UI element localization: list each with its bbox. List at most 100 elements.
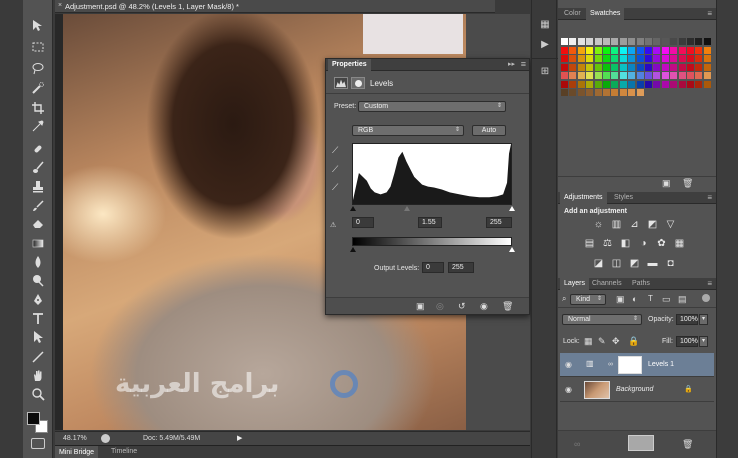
- actions-play-icon[interactable]: ▶: [536, 38, 554, 52]
- hand-tool-icon[interactable]: [28, 368, 48, 384]
- swatches-menu-icon[interactable]: ≡: [707, 9, 712, 18]
- tab-channels[interactable]: Channels: [588, 278, 626, 290]
- link-layers-icon[interactable]: ∞: [574, 439, 580, 449]
- swatch[interactable]: [577, 47, 585, 54]
- swatch[interactable]: [628, 47, 636, 54]
- swatch[interactable]: [661, 38, 669, 45]
- filter-type-icon[interactable]: T: [648, 294, 653, 303]
- swatch[interactable]: [603, 47, 610, 54]
- clone-stamp-tool-icon[interactable]: [28, 179, 48, 195]
- swatch[interactable]: [645, 47, 652, 54]
- filter-toggle-icon[interactable]: [702, 294, 710, 302]
- filter-smart-object-icon[interactable]: ▤: [678, 294, 687, 305]
- swatch[interactable]: [670, 72, 678, 80]
- swatch[interactable]: [611, 38, 619, 45]
- layer-row-levels[interactable]: ◉ ▥ ∞ Levels 1: [560, 353, 714, 377]
- swatch[interactable]: [645, 38, 652, 45]
- shape-tool-icon[interactable]: [28, 349, 48, 365]
- levels-adjustment-icon[interactable]: [334, 77, 348, 89]
- output-black-slider[interactable]: [350, 247, 356, 252]
- move-tool-icon[interactable]: [28, 18, 48, 34]
- swatch[interactable]: [561, 89, 568, 96]
- delete-swatch-icon[interactable]: 🗑: [682, 178, 693, 189]
- swatch[interactable]: [611, 72, 619, 80]
- delete-layer-icon[interactable]: 🗑: [682, 439, 693, 450]
- clip-to-layer-icon[interactable]: ▣: [416, 301, 425, 312]
- crop-tool-icon[interactable]: [28, 100, 48, 116]
- swatch[interactable]: [569, 72, 577, 80]
- swatch[interactable]: [594, 72, 602, 80]
- input-gamma-slider[interactable]: [404, 206, 410, 211]
- swatch[interactable]: [561, 80, 568, 88]
- dodge-tool-icon[interactable]: [28, 272, 48, 288]
- swatch[interactable]: [636, 63, 644, 71]
- lock-position-icon[interactable]: ✥: [612, 336, 620, 347]
- swatch[interactable]: [687, 38, 694, 45]
- swatch[interactable]: [594, 89, 602, 96]
- delete-adjustment-icon[interactable]: 🗑: [502, 301, 513, 312]
- swatch[interactable]: [687, 55, 694, 63]
- swatch[interactable]: [661, 72, 669, 80]
- swatch[interactable]: [561, 38, 568, 45]
- black-point-eyedropper-icon[interactable]: ⟋: [332, 145, 338, 156]
- swatch[interactable]: [636, 38, 644, 45]
- swatch[interactable]: [695, 38, 703, 45]
- swatch[interactable]: [661, 47, 669, 54]
- swatch[interactable]: [645, 80, 652, 88]
- swatch[interactable]: [687, 47, 694, 54]
- channel-select[interactable]: RGB: [352, 125, 464, 136]
- history-brush-tool-icon[interactable]: [28, 198, 48, 214]
- tab-paths[interactable]: Paths: [628, 278, 654, 290]
- layers-menu-icon[interactable]: ≡: [707, 279, 712, 288]
- swatch[interactable]: [594, 63, 602, 71]
- tab-styles[interactable]: Styles: [610, 192, 637, 204]
- swatch[interactable]: [661, 80, 669, 88]
- swatch[interactable]: [586, 55, 594, 63]
- path-selection-tool-icon[interactable]: [28, 329, 48, 345]
- lock-transparency-icon[interactable]: ▦: [584, 336, 593, 347]
- vibrance-icon[interactable]: ▽: [664, 219, 677, 231]
- type-tool-icon[interactable]: [28, 311, 48, 327]
- swatch[interactable]: [695, 63, 703, 71]
- hue-saturation-icon[interactable]: ▤: [583, 238, 596, 250]
- swatch[interactable]: [577, 63, 585, 71]
- curves-icon[interactable]: ⊿: [628, 219, 641, 231]
- swatch[interactable]: [619, 89, 627, 96]
- history-panel-icon[interactable]: ▦: [536, 18, 554, 32]
- swatch[interactable]: [645, 72, 652, 80]
- swatch[interactable]: [603, 63, 610, 71]
- swatch[interactable]: [636, 47, 644, 54]
- swatch[interactable]: [670, 55, 678, 63]
- filter-pixel-icon[interactable]: ▣: [616, 294, 625, 305]
- swatch[interactable]: [670, 63, 678, 71]
- blur-tool-icon[interactable]: [28, 254, 48, 270]
- output-white-slider[interactable]: [509, 247, 515, 252]
- tab-adjustments[interactable]: Adjustments: [560, 192, 607, 204]
- input-black-field[interactable]: 0: [352, 217, 374, 228]
- swatch[interactable]: [577, 80, 585, 88]
- visibility-toggle-icon[interactable]: ◉: [480, 301, 488, 312]
- swatch[interactable]: [611, 47, 619, 54]
- eyedropper-tool-icon[interactable]: [28, 118, 48, 134]
- swatch[interactable]: [619, 47, 627, 54]
- swatch[interactable]: [678, 55, 686, 63]
- tab-timeline[interactable]: Timeline: [111, 448, 137, 455]
- fill-field[interactable]: 100%: [676, 336, 698, 347]
- blend-mode-select[interactable]: Normal: [562, 314, 642, 325]
- swatch[interactable]: [628, 89, 636, 96]
- swatch[interactable]: [670, 80, 678, 88]
- swatch[interactable]: [645, 63, 652, 71]
- white-point-eyedropper-icon[interactable]: ⟋: [332, 182, 338, 193]
- swatch[interactable]: [569, 55, 577, 63]
- swatch[interactable]: [636, 80, 644, 88]
- swatch[interactable]: [594, 55, 602, 63]
- eraser-tool-icon[interactable]: [28, 215, 48, 231]
- brightness-contrast-icon[interactable]: ☼: [592, 219, 605, 231]
- view-previous-state-icon[interactable]: ◎: [436, 301, 444, 312]
- gradient-tool-icon[interactable]: [28, 235, 48, 251]
- swatches-grid[interactable]: [561, 38, 714, 96]
- input-white-field[interactable]: 255: [486, 217, 512, 228]
- swatch[interactable]: [577, 89, 585, 96]
- tab-layers[interactable]: Layers: [560, 278, 590, 290]
- swatch[interactable]: [611, 55, 619, 63]
